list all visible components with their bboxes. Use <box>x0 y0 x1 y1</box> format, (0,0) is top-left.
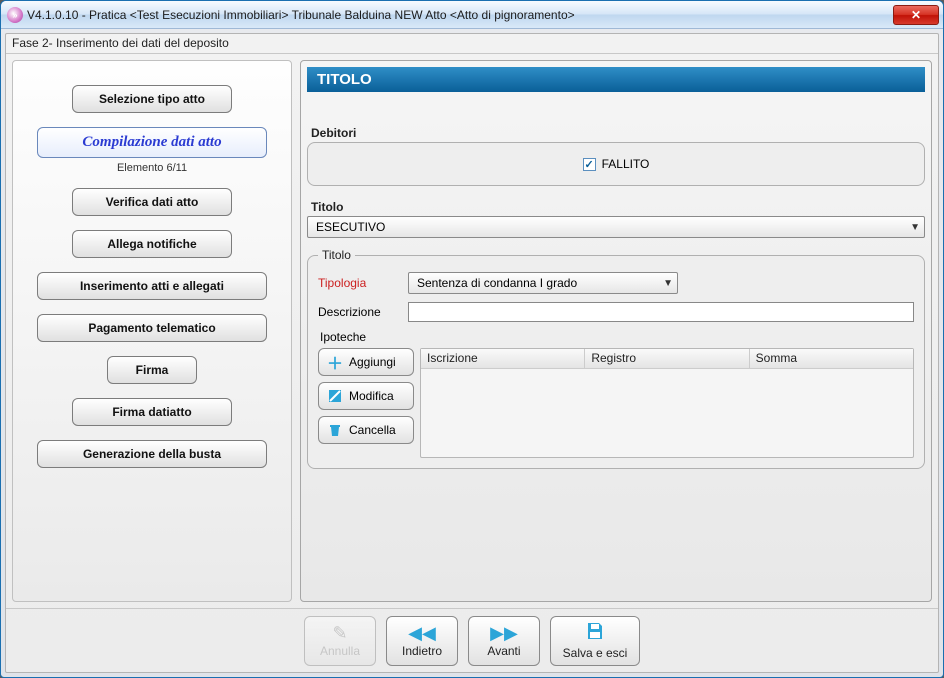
rewind-icon: ◀◀ <box>408 624 436 642</box>
section-header: TITOLO <box>307 67 925 92</box>
chevron-down-icon: ▼ <box>663 278 673 289</box>
step-firma-datiatto[interactable]: Firma datiatto <box>72 398 232 426</box>
titolo-group-legend: Titolo <box>318 248 355 262</box>
chevron-down-icon: ▼ <box>910 222 920 233</box>
avanti-label: Avanti <box>487 644 520 658</box>
step-firma[interactable]: Firma <box>107 356 197 384</box>
ipoteche-delete-label: Cancella <box>349 423 396 437</box>
indietro-label: Indietro <box>402 644 442 658</box>
edit-icon <box>327 388 343 404</box>
descrizione-label: Descrizione <box>318 305 398 319</box>
step-compilazione-dati-atto[interactable]: Compilazione dati atto <box>37 127 267 158</box>
close-icon: ✕ <box>911 8 921 22</box>
annulla-button: ✎ Annulla <box>304 616 376 666</box>
indietro-button[interactable]: ◀◀ Indietro <box>386 616 458 666</box>
titlebar: » V4.1.0.10 - Pratica <Test Esecuzioni I… <box>1 1 943 29</box>
ipoteche-edit-label: Modifica <box>349 389 394 403</box>
app-icon: » <box>7 7 23 23</box>
titolo-select-value: ESECUTIVO <box>316 220 385 234</box>
step-verifica-dati-atto[interactable]: Verifica dati atto <box>72 188 232 216</box>
ipoteche-table-header: Iscrizione Registro Somma <box>421 349 913 369</box>
phase-label: Fase 2- Inserimento dei dati del deposit… <box>6 34 938 54</box>
descrizione-input[interactable] <box>408 302 914 322</box>
step-selezione-tipo-atto[interactable]: Selezione tipo atto <box>72 85 232 113</box>
close-button[interactable]: ✕ <box>893 5 939 25</box>
main-panel: TITOLO Debitori ✓ FALLITO Titolo ESECUTI… <box>300 60 932 602</box>
forward-icon: ▶▶ <box>490 624 518 642</box>
inner-panel: Fase 2- Inserimento dei dati del deposit… <box>5 33 939 673</box>
ipoteche-table[interactable]: Iscrizione Registro Somma <box>420 348 914 458</box>
content: Selezione tipo atto Compilazione dati at… <box>6 54 938 608</box>
ipoteche-add-button[interactable]: ＋ Aggiungi <box>318 348 414 376</box>
step-inserimento-atti-allegati[interactable]: Inserimento atti e allegati <box>37 272 267 300</box>
ipoteche-add-label: Aggiungi <box>349 355 396 369</box>
app-window: » V4.1.0.10 - Pratica <Test Esecuzioni I… <box>0 0 944 678</box>
tipologia-select-value: Sentenza di condanna I grado <box>417 276 577 290</box>
titolo-label: Titolo <box>311 200 921 214</box>
titolo-select[interactable]: ESECUTIVO ▼ <box>307 216 925 238</box>
fallito-checkbox[interactable]: ✓ <box>583 158 596 171</box>
step-allega-notifiche[interactable]: Allega notifiche <box>72 230 232 258</box>
pencil-icon: ✎ <box>332 624 347 642</box>
ipoteche-col-somma[interactable]: Somma <box>750 349 913 368</box>
ipoteche-col-registro[interactable]: Registro <box>585 349 749 368</box>
step-pagamento-telematico[interactable]: Pagamento telematico <box>37 314 267 342</box>
ipoteche-label: Ipoteche <box>320 330 912 344</box>
trash-icon <box>327 422 343 438</box>
step-progress: Elemento 6/11 <box>117 162 187 174</box>
tipologia-select[interactable]: Sentenza di condanna I grado ▼ <box>408 272 678 294</box>
ipoteche-delete-button[interactable]: Cancella <box>318 416 414 444</box>
sidebar: Selezione tipo atto Compilazione dati at… <box>12 60 292 602</box>
annulla-label: Annulla <box>320 644 360 658</box>
footer: ✎ Annulla ◀◀ Indietro ▶▶ Avanti Salva e … <box>6 608 938 672</box>
plus-icon: ＋ <box>327 354 343 370</box>
fallito-label: FALLITO <box>602 157 650 171</box>
step-generazione-busta[interactable]: Generazione della busta <box>37 440 267 468</box>
debitori-label: Debitori <box>311 126 921 140</box>
window-title: V4.1.0.10 - Pratica <Test Esecuzioni Imm… <box>27 8 893 22</box>
ipoteche-section: Ipoteche ＋ Aggiungi <box>318 330 914 458</box>
ipoteche-edit-button[interactable]: Modifica <box>318 382 414 410</box>
avanti-button[interactable]: ▶▶ Avanti <box>468 616 540 666</box>
salva-esci-button[interactable]: Salva e esci <box>550 616 640 666</box>
save-icon <box>585 621 605 644</box>
debitori-group: ✓ FALLITO <box>307 142 925 186</box>
tipologia-label: Tipologia <box>318 276 398 290</box>
ipoteche-col-iscrizione[interactable]: Iscrizione <box>421 349 585 368</box>
titolo-group: Titolo Tipologia Sentenza di condanna I … <box>307 248 925 469</box>
salva-label: Salva e esci <box>563 646 628 660</box>
